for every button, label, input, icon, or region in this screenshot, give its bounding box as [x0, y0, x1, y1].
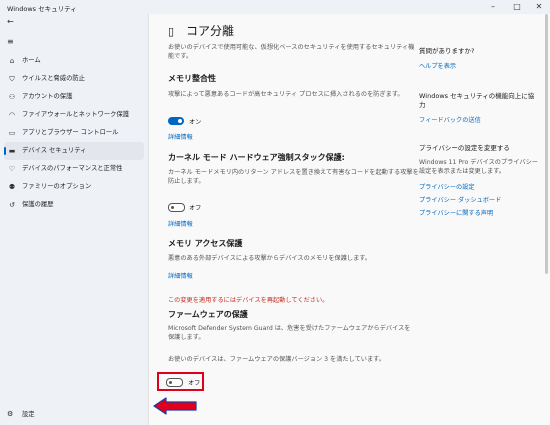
- shield-icon: ⛉: [9, 75, 15, 83]
- stack-protection-learn-more-link[interactable]: 詳細情報: [168, 219, 193, 228]
- sidebar-nav: ⌂ ホーム ⛉ ウイルスと脅威の防止 ⚇ アカウントの保護 ◠ ファイアウォールとネット…: [0, 52, 148, 214]
- stack-protection-desc: カーネル モードメモリ内のリターン アドレスを置き換えて有害なコードを起動する攻…: [168, 168, 419, 186]
- sidebar-item-family-options[interactable]: ⚉ ファミリーのオプション: [0, 178, 148, 196]
- memory-integrity-learn-more-link[interactable]: 詳細情報: [168, 132, 193, 141]
- firmware-desc-line: 保護します。: [168, 334, 205, 341]
- window-title: Windows セキュリティ: [7, 5, 77, 13]
- memory-access-heading: メモリ アクセス保護: [168, 239, 243, 248]
- memory-integrity-desc: 攻撃によって悪意あるコードが高セキュリティ プロセスに挿入されるのを防ぎます。: [168, 91, 404, 98]
- title-bar: Windows セキュリティ – □ ✕: [0, 0, 550, 14]
- sidebar-item-app-browser[interactable]: ▭ アプリとブラウザー コントロール: [0, 124, 148, 142]
- improve-heading-line: Windows セキュリティの機能向上に協: [419, 92, 535, 100]
- privacy-settings-link[interactable]: プライバシーの設定: [419, 182, 475, 191]
- close-button[interactable]: ✕: [530, 2, 548, 11]
- stack-protection-toggle-label: オフ: [189, 205, 202, 212]
- sidebar-item-device-performance[interactable]: ♡ デバイスのパフォーマンスと正常性: [0, 160, 148, 178]
- family-icon: ⚉: [8, 183, 16, 191]
- privacy-statement-link[interactable]: プライバシーに関する声明: [419, 208, 493, 217]
- sidebar-item-device-security[interactable]: ▬ デバイス セキュリティ: [4, 142, 144, 160]
- minimize-button[interactable]: –: [484, 2, 502, 11]
- firmware-desc-line: Microsoft Defender System Guard は、危害を受けた…: [168, 325, 411, 332]
- memory-integrity-heading: メモリ整合性: [168, 74, 216, 83]
- memory-integrity-toggle-label: オン: [189, 119, 202, 126]
- gear-icon: ⚙: [7, 410, 14, 418]
- sidebar-item-label: 保護の履歴: [22, 201, 54, 208]
- sidebar-item-label: ファミリーのオプション: [22, 183, 92, 190]
- memory-access-learn-more-link[interactable]: 詳細情報: [168, 271, 193, 280]
- person-icon: ⚇: [8, 93, 16, 101]
- sidebar-item-label: アカウントの保護: [22, 93, 73, 100]
- privacy-text-line: 設定を表示または変更します。: [419, 168, 506, 175]
- sidebar-item-label: ウイルスと脅威の防止: [22, 75, 85, 82]
- app-window-icon: ▭: [8, 129, 16, 137]
- questions-heading: 質問がありますか?: [419, 47, 475, 55]
- feedback-link[interactable]: フィードバックの送信: [419, 115, 481, 124]
- settings-label: 設定: [22, 411, 35, 418]
- privacy-text-line: Windows 11 Pro デバイスのプライバシー: [419, 159, 538, 166]
- settings-nav-item[interactable]: ⚙ 設定: [7, 409, 35, 418]
- back-arrow-icon[interactable]: ←: [7, 17, 14, 26]
- stack-protection-toggle[interactable]: [168, 203, 185, 212]
- scrollbar[interactable]: [545, 14, 548, 425]
- privacy-dashboard-link[interactable]: プライバシー ダッシュボード: [419, 195, 501, 204]
- sidebar-item-account-protection[interactable]: ⚇ アカウントの保護: [0, 88, 148, 106]
- page-title: ▯ コア分離: [168, 22, 234, 39]
- improve-heading: Windows セキュリティの機能向上に協 力: [419, 92, 534, 110]
- scroll-thumb[interactable]: [545, 14, 548, 274]
- firmware-status-text: お使いのデバイスは、ファームウェアの保護バージョン 3 を満たしています。: [168, 356, 385, 363]
- sidebar-item-label: デバイス セキュリティ: [22, 147, 87, 154]
- laptop-icon: ▬: [8, 147, 16, 155]
- history-icon: ↺: [9, 201, 15, 209]
- stack-protection-desc-line: カーネル モードメモリ内のリターン アドレスを置き換えて有害なコードを起動する攻…: [168, 169, 419, 176]
- red-arrow-icon: [153, 397, 197, 415]
- sidebar-item-label: アプリとブラウザー コントロール: [22, 129, 119, 136]
- highlight-box: [157, 372, 204, 391]
- intro-line: 能です。: [168, 53, 193, 60]
- intro-text: お使いのデバイスで使用可能な、仮想化ベースのセキュリティを使用するセキュリティ機…: [168, 43, 414, 61]
- core-isolation-icon: ▯: [168, 25, 175, 38]
- firmware-protection-desc: Microsoft Defender System Guard は、危害を受けた…: [168, 324, 410, 342]
- firmware-protection-heading: ファームウェアの保護: [168, 310, 248, 319]
- wifi-icon: ◠: [8, 111, 16, 119]
- home-icon: ⌂: [9, 57, 15, 65]
- memory-integrity-toggle[interactable]: [168, 117, 184, 125]
- privacy-text: Windows 11 Pro デバイスのプライバシー 設定を表示または変更します…: [419, 158, 538, 176]
- sidebar-item-label: ファイアウォールとネットワーク保護: [22, 111, 130, 118]
- sidebar-item-firewall[interactable]: ◠ ファイアウォールとネットワーク保護: [0, 106, 148, 124]
- sidebar-item-label: デバイスのパフォーマンスと正常性: [22, 165, 123, 172]
- heart-icon: ♡: [8, 165, 16, 173]
- sidebar-item-virus-protection[interactable]: ⛉ ウイルスと脅威の防止: [0, 70, 148, 88]
- maximize-button[interactable]: □: [508, 2, 526, 11]
- memory-access-desc: 悪意のある外部デバイスによる攻撃からデバイスのメモリを保護します。: [168, 255, 372, 262]
- improve-heading-line: 力: [419, 101, 426, 109]
- sidebar-item-protection-history[interactable]: ↺ 保護の履歴: [0, 196, 148, 214]
- sidebar-item-label: ホーム: [22, 57, 41, 64]
- intro-line: お使いのデバイスで使用可能な、仮想化ベースのセキュリティを使用するセキュリティ機: [168, 44, 415, 51]
- get-help-link[interactable]: ヘルプを表示: [419, 61, 456, 70]
- stack-protection-desc-line: 防止します。: [168, 178, 205, 185]
- sidebar-item-home[interactable]: ⌂ ホーム: [0, 52, 148, 70]
- privacy-heading: プライバシーの設定を変更する: [419, 144, 510, 152]
- menu-icon[interactable]: ≡: [7, 37, 14, 46]
- page-title-text: コア分離: [186, 24, 235, 38]
- restart-warning: この変更を適用するにはデバイスを再起動してください。: [168, 297, 329, 304]
- stack-protection-heading: カーネル モード ハードウェア強制スタック保護:: [168, 153, 345, 162]
